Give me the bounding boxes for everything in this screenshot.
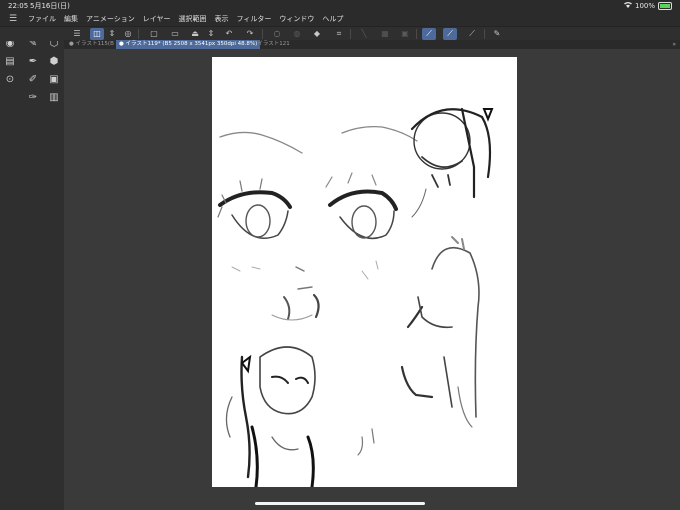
sketch-drawing: [217, 107, 494, 487]
menu-selection[interactable]: 選択範囲: [175, 12, 211, 26]
tab-document-119[interactable]: ● イラスト119* (B5 2508 x 3541px 350dpi 48.8…: [116, 40, 261, 49]
toolbar-divider: [350, 29, 351, 39]
snap-icon[interactable]: ▦: [378, 28, 392, 40]
toolbar-divider: [484, 29, 485, 39]
decoration-tool-icon[interactable]: ✑: [27, 92, 39, 104]
tool-palette: « « » ◉ ✎ ⬡ ▤ ✒ ⬢ ⊙ ✐ ▣ ✑ ▥: [0, 26, 64, 510]
chevron-updown-icon[interactable]: ⇕: [105, 28, 119, 40]
undo-icon[interactable]: ↶: [222, 28, 236, 40]
wifi-icon: [623, 0, 632, 12]
deselect-icon[interactable]: ◍: [290, 28, 304, 40]
document-tabs: ● イラスト115(B ● イラスト119* (B5 2508 x 3541px…: [64, 40, 680, 49]
canvas-tool-icon[interactable]: ◫: [90, 28, 104, 40]
open-folder-icon[interactable]: ▭: [168, 28, 182, 40]
battery-percent: 100%: [634, 2, 655, 10]
status-date: 5月16日(日): [30, 2, 70, 10]
collapse-tabs-icon[interactable]: »: [672, 40, 676, 49]
transform-icon[interactable]: ⌗: [332, 28, 346, 40]
canvas-area[interactable]: [64, 49, 680, 510]
menu-animation[interactable]: アニメーション: [82, 12, 139, 26]
toolbar-divider: [138, 29, 139, 39]
ruler-icon[interactable]: ╲: [357, 28, 371, 40]
menu-view[interactable]: 表示: [211, 12, 233, 26]
eyedropper-tool-icon[interactable]: ⊙: [4, 74, 16, 86]
smoothing-icon[interactable]: ⟋: [443, 28, 457, 40]
home-indicator[interactable]: [255, 502, 425, 505]
menu-file[interactable]: ファイル: [24, 12, 60, 26]
menu-layer[interactable]: レイヤー: [139, 12, 175, 26]
new-file-icon[interactable]: ▢: [147, 28, 161, 40]
airbrush-tool-icon[interactable]: ✐: [27, 74, 39, 86]
menu-window[interactable]: ウィンドウ: [275, 12, 318, 26]
stabilizer-icon[interactable]: ⟋: [422, 28, 436, 40]
grid-icon[interactable]: ▣: [398, 28, 412, 40]
edit-document-icon[interactable]: ✎: [490, 28, 504, 40]
toolbar-divider: [262, 29, 263, 39]
frame-tool-icon[interactable]: ▥: [48, 92, 60, 104]
status-right: 100%: [623, 0, 672, 12]
toolbar-divider: [416, 29, 417, 39]
battery-icon: [658, 2, 672, 10]
app-menu-icon[interactable]: ☰: [8, 14, 18, 24]
drawing-canvas[interactable]: [212, 57, 517, 487]
menu-help[interactable]: ヘルプ: [318, 12, 347, 26]
blend-tool-icon[interactable]: ⬢: [48, 56, 60, 68]
companion-icon[interactable]: ◎: [121, 28, 135, 40]
tab-document-115[interactable]: ● イラスト115(B: [66, 40, 117, 49]
menu-edit[interactable]: 編集: [60, 12, 82, 26]
redo-icon[interactable]: ↷: [243, 28, 257, 40]
command-bar: ☰ ◫ ⇕ ◎ ▢ ▭ ⏏ ⇕ ↶ ↷ ◌ ◍ ◆ ⌗ ╲ ▦ ▣ ⟋ ⟋ ⟋ …: [0, 26, 680, 41]
brush-tool-icon[interactable]: ✒: [27, 56, 39, 68]
figure-tool-icon[interactable]: ▣: [48, 74, 60, 86]
status-time: 22:05: [8, 2, 29, 10]
select-all-icon[interactable]: ◌: [270, 28, 284, 40]
fill-selection-icon[interactable]: ◆: [310, 28, 324, 40]
hamburger-icon[interactable]: ☰: [70, 28, 84, 40]
menu-filter[interactable]: フィルター: [233, 12, 276, 26]
menu-bar: ☰ ファイル 編集 アニメーション レイヤー 選択範囲 表示 フィルター ウィン…: [0, 12, 680, 26]
vector-eraser-icon[interactable]: ⟋: [465, 28, 479, 40]
chevron-updown-icon-2[interactable]: ⇕: [204, 28, 218, 40]
tab-document-121[interactable]: ✕ イラスト121: [248, 40, 293, 49]
save-icon[interactable]: ⏏: [188, 28, 202, 40]
move-layer-icon[interactable]: ▤: [4, 56, 16, 68]
status-bar: 22:05 5月16日(日) 100%: [0, 0, 680, 12]
